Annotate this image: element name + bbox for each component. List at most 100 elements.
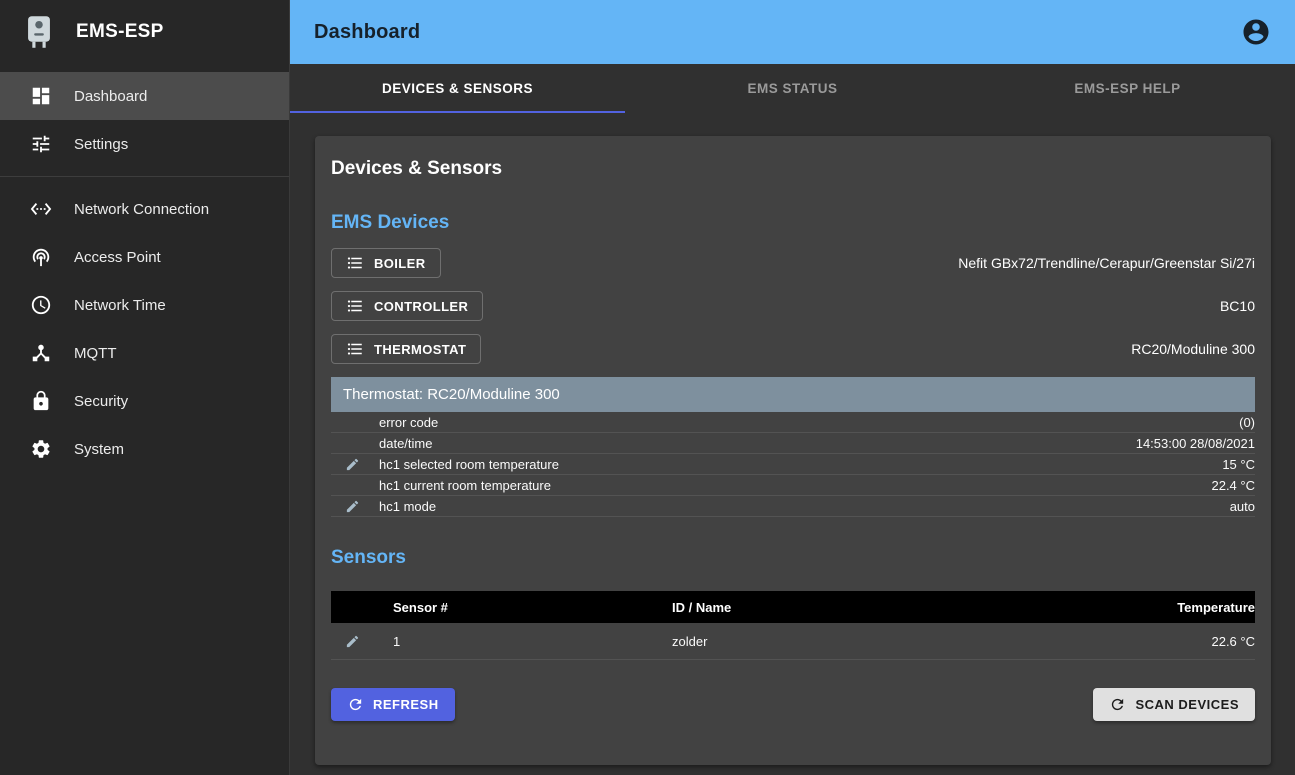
app-bar: Dashboard xyxy=(290,0,1295,64)
sidebar-item-security[interactable]: Security xyxy=(0,377,289,425)
tab-ems-esp-help[interactable]: EMS-ESP HELP xyxy=(960,64,1295,113)
entity-value: 15 °C xyxy=(1222,457,1255,472)
scan-devices-button[interactable]: SCAN DEVICES xyxy=(1093,688,1255,721)
entity-name: date/time xyxy=(379,436,1136,451)
table-row: 1 zolder 22.6 °C xyxy=(331,623,1255,660)
gear-icon xyxy=(30,438,52,460)
sensors-table-header: Sensor # ID / Name Temperature xyxy=(331,591,1255,623)
account-button[interactable] xyxy=(1241,17,1271,47)
sidebar-item-label: Network Time xyxy=(74,297,166,314)
device-model: BC10 xyxy=(1220,298,1255,314)
account-circle-icon xyxy=(1241,17,1271,47)
device-row-boiler: BOILER Nefit GBx72/Trendline/Cerapur/Gre… xyxy=(331,248,1255,278)
tab-devices-sensors[interactable]: DEVICES & SENSORS xyxy=(290,64,625,113)
ems-device-list: BOILER Nefit GBx72/Trendline/Cerapur/Gre… xyxy=(331,248,1255,364)
sidebar-item-network-time[interactable]: Network Time xyxy=(0,281,289,329)
table-row: error code (0) xyxy=(331,412,1255,433)
lock-icon xyxy=(30,390,52,412)
sidebar-item-network-connection[interactable]: Network Connection xyxy=(0,185,289,233)
boiler-button[interactable]: BOILER xyxy=(331,248,441,278)
device-model: Nefit GBx72/Trendline/Cerapur/Greenstar … xyxy=(958,255,1255,271)
tab-ems-status[interactable]: EMS STATUS xyxy=(625,64,960,113)
refresh-icon xyxy=(1109,696,1126,713)
content-area: Devices & Sensors EMS Devices BOILER Nef… xyxy=(290,113,1295,775)
device-type-label: BOILER xyxy=(374,256,426,271)
ethernet-icon xyxy=(30,198,52,220)
sensors-heading: Sensors xyxy=(331,547,1255,569)
sidebar-item-label: Network Connection xyxy=(74,201,209,218)
tab-bar: DEVICES & SENSORS EMS STATUS EMS-ESP HEL… xyxy=(290,64,1295,113)
device-type-label: CONTROLLER xyxy=(374,299,468,314)
entity-value: auto xyxy=(1230,499,1255,514)
entity-value: 14:53:00 28/08/2021 xyxy=(1136,436,1255,451)
thermostat-table-header: Thermostat: RC20/Moduline 300 xyxy=(331,377,1255,412)
sidebar-divider xyxy=(0,176,289,177)
table-row: hc1 mode auto xyxy=(331,496,1255,517)
device-row-controller: CONTROLLER BC10 xyxy=(331,291,1255,321)
sidebar-item-system[interactable]: System xyxy=(0,425,289,473)
column-header-id-name: ID / Name xyxy=(672,600,1177,615)
entity-value: (0) xyxy=(1239,415,1255,430)
sidebar-item-label: MQTT xyxy=(74,345,117,362)
refresh-button[interactable]: REFRESH xyxy=(331,688,455,721)
list-icon xyxy=(346,340,364,358)
ems-esp-logo-icon xyxy=(24,15,54,49)
edit-pencil-icon[interactable] xyxy=(345,457,360,472)
icon-cell xyxy=(331,457,379,472)
clock-icon xyxy=(30,294,52,316)
card-title: Devices & Sensors xyxy=(331,158,1255,180)
sensor-temperature: 22.6 °C xyxy=(1211,634,1255,649)
entity-name: error code xyxy=(379,415,1239,430)
main-area: Dashboard DEVICES & SENSORS EMS STATUS E… xyxy=(290,0,1295,775)
sidebar-item-settings[interactable]: Settings xyxy=(0,120,289,168)
device-row-thermostat: THERMOSTAT RC20/Moduline 300 xyxy=(331,334,1255,364)
thermostat-button[interactable]: THERMOSTAT xyxy=(331,334,481,364)
icon-cell xyxy=(331,634,379,649)
table-row: hc1 selected room temperature 15 °C xyxy=(331,454,1255,475)
app-root: EMS-ESP Dashboard Settings Network Conne… xyxy=(0,0,1295,775)
sensor-number: 1 xyxy=(379,634,672,649)
device-hub-icon xyxy=(30,342,52,364)
icon-cell xyxy=(331,499,379,514)
entity-name: hc1 selected room temperature xyxy=(379,457,1222,472)
ems-devices-heading: EMS Devices xyxy=(331,212,1255,234)
scan-devices-button-label: SCAN DEVICES xyxy=(1135,697,1239,712)
sensor-name: zolder xyxy=(672,634,1211,649)
device-type-label: THERMOSTAT xyxy=(374,342,466,357)
sidebar-item-access-point[interactable]: Access Point xyxy=(0,233,289,281)
entity-value: 22.4 °C xyxy=(1211,478,1255,493)
refresh-icon xyxy=(347,696,364,713)
wifi-tethering-icon xyxy=(30,246,52,268)
column-header-sensor-number: Sensor # xyxy=(379,600,672,615)
edit-pencil-icon[interactable] xyxy=(345,499,360,514)
page-title: Dashboard xyxy=(314,21,420,44)
tune-icon xyxy=(30,133,52,155)
devices-sensors-card: Devices & Sensors EMS Devices BOILER Nef… xyxy=(315,136,1271,765)
table-row: date/time 14:53:00 28/08/2021 xyxy=(331,433,1255,454)
sidebar: EMS-ESP Dashboard Settings Network Conne… xyxy=(0,0,290,775)
edit-pencil-icon[interactable] xyxy=(345,634,360,649)
dashboard-icon xyxy=(30,85,52,107)
app-title: EMS-ESP xyxy=(76,21,164,43)
sidebar-item-label: Access Point xyxy=(74,249,161,266)
sidebar-item-label: System xyxy=(74,441,124,458)
sidebar-item-dashboard[interactable]: Dashboard xyxy=(0,72,289,120)
entity-name: hc1 current room temperature xyxy=(379,478,1211,493)
sensors-table: Sensor # ID / Name Temperature 1 zolder … xyxy=(331,591,1255,660)
sidebar-item-label: Dashboard xyxy=(74,88,147,105)
sidebar-item-mqtt[interactable]: MQTT xyxy=(0,329,289,377)
action-bar: REFRESH SCAN DEVICES xyxy=(331,688,1255,721)
device-model: RC20/Moduline 300 xyxy=(1131,341,1255,357)
refresh-button-label: REFRESH xyxy=(373,697,439,712)
list-icon xyxy=(346,297,364,315)
list-icon xyxy=(346,254,364,272)
sidebar-item-label: Security xyxy=(74,393,128,410)
sidebar-nav: Dashboard Settings Network Connection Ac… xyxy=(0,64,289,473)
table-row: hc1 current room temperature 22.4 °C xyxy=(331,475,1255,496)
thermostat-table: error code (0) date/time 14:53:00 28/08/… xyxy=(331,412,1255,517)
column-header-temperature: Temperature xyxy=(1177,600,1255,615)
sidebar-item-label: Settings xyxy=(74,136,128,153)
controller-button[interactable]: CONTROLLER xyxy=(331,291,483,321)
sidebar-header: EMS-ESP xyxy=(0,0,289,64)
entity-name: hc1 mode xyxy=(379,499,1230,514)
